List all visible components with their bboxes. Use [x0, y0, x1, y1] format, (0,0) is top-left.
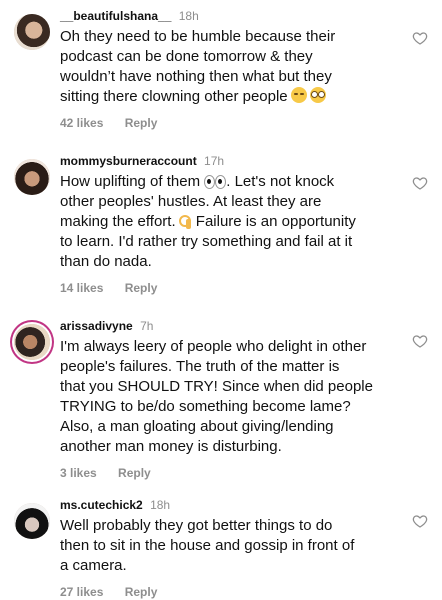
comment-meta: mommysburneraccount 17h — [60, 153, 396, 169]
timestamp: 18h — [178, 9, 199, 23]
eyes-emoji — [204, 174, 227, 189]
likes-count[interactable]: 27 likes — [60, 584, 103, 600]
timestamp: 17h — [204, 154, 225, 168]
username[interactable]: arissadivyne — [60, 319, 133, 333]
avatar[interactable] — [14, 14, 50, 50]
flushed-face-emoji — [309, 87, 326, 103]
timestamp: 18h — [150, 498, 171, 512]
comment-meta: __beautifulshana__ 18h — [60, 8, 396, 24]
likes-count[interactable]: 3 likes — [60, 465, 97, 481]
timestamp: 7h — [140, 319, 154, 333]
likes-count[interactable]: 14 likes — [60, 280, 103, 296]
reply-button[interactable]: Reply — [118, 465, 151, 481]
comment-actions: 14 likes Reply — [60, 280, 396, 296]
avatar[interactable] — [14, 503, 50, 539]
comment-actions: 27 likes Reply — [60, 584, 396, 600]
comment-body-part1: How uplifting of them — [60, 173, 201, 190]
reply-button[interactable]: Reply — [125, 584, 158, 600]
comment-text: Well probably they got better things to … — [60, 517, 355, 574]
heart-outline-icon[interactable] — [412, 30, 428, 46]
comment-content: arissadivyne 7h I'm always leery of peop… — [60, 318, 396, 481]
comment-text: Oh they need to be humble because their … — [60, 27, 396, 107]
comment-text: How uplifting of them . Let's not knock … — [60, 172, 396, 272]
avatar-with-story-ring[interactable] — [14, 324, 50, 360]
reply-button[interactable]: Reply — [125, 115, 158, 131]
heart-outline-icon[interactable] — [412, 333, 428, 349]
username[interactable]: mommysburneraccount — [60, 154, 197, 168]
likes-count[interactable]: 42 likes — [60, 115, 103, 131]
avatar[interactable] — [14, 159, 50, 195]
comment-actions: 3 likes Reply — [60, 465, 396, 481]
heart-outline-icon[interactable] — [412, 175, 428, 191]
comment-meta: ms.cutechick2 18h — [60, 497, 396, 513]
unamused-face-emoji — [290, 87, 307, 103]
heart-outline-icon[interactable] — [412, 513, 428, 529]
comment-content: ms.cutechick2 18h Well probably they got… — [60, 497, 396, 600]
reply-button[interactable]: Reply — [125, 280, 158, 296]
comment-meta: arissadivyne 7h — [60, 318, 396, 334]
ok-hand-emoji — [178, 213, 192, 229]
username[interactable]: ms.cutechick2 — [60, 498, 143, 512]
comment-text: I'm always leery of people who delight i… — [60, 338, 373, 455]
comment-content: __beautifulshana__ 18h Oh they need to b… — [60, 8, 396, 131]
comment-content: mommysburneraccount 17h How uplifting of… — [60, 153, 396, 296]
comment-actions: 42 likes Reply — [60, 115, 396, 131]
username[interactable]: __beautifulshana__ — [60, 9, 171, 23]
